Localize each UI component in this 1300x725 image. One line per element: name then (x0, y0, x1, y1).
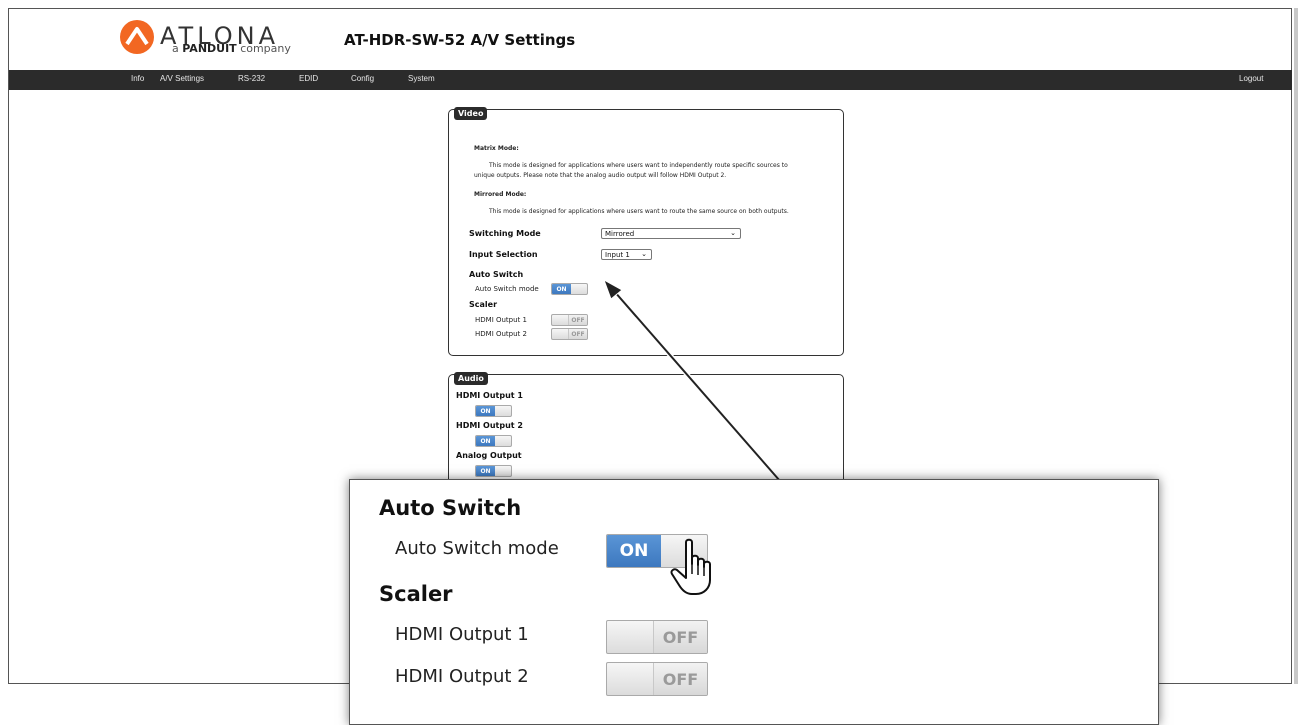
zoom-hdmi-output-2-toggle-off: OFF (653, 663, 707, 695)
hand-cursor-icon (670, 538, 711, 595)
zoom-hdmi-output-1-toggle[interactable]: OFF (606, 620, 708, 654)
zoom-callout: Auto Switch Auto Switch mode ON Scaler H… (349, 479, 1159, 725)
zoom-hdmi-output-1-label: HDMI Output 1 (395, 624, 529, 645)
zoom-auto-switch-mode-label: Auto Switch mode (395, 538, 559, 559)
zoom-hdmi-output-2-label: HDMI Output 2 (395, 666, 529, 687)
zoom-hdmi-output-2-toggle[interactable]: OFF (606, 662, 708, 696)
zoom-hdmi-output-1-toggle-off: OFF (653, 621, 707, 653)
screen: ATLONA a PANDUIT company AT-HDR-SW-52 A/… (0, 0, 1300, 725)
zoom-auto-switch-heading: Auto Switch (379, 496, 522, 520)
zoom-auto-switch-toggle-on: ON (607, 535, 661, 567)
zoom-scaler-heading: Scaler (379, 582, 453, 606)
